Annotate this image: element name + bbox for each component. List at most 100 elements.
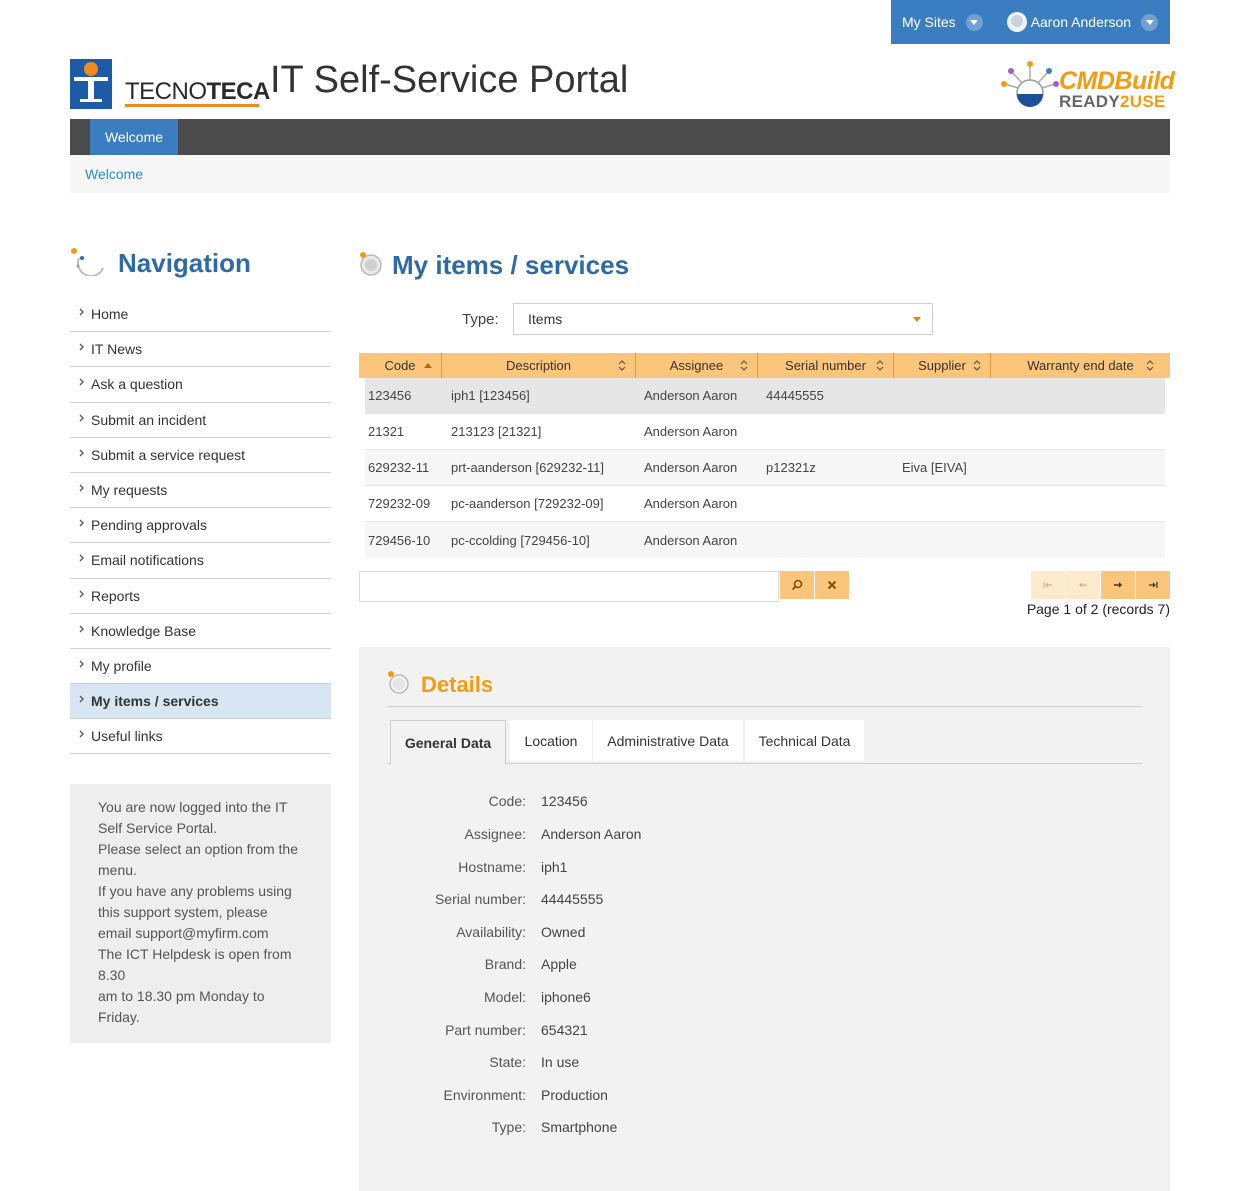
column-header-serial-number[interactable]: Serial number: [758, 353, 894, 378]
chevron-right-icon: [79, 379, 84, 386]
chevron-right-icon: [79, 625, 84, 633]
first-page-button[interactable]: [1031, 571, 1065, 599]
detail-field-serial-number: Serial number: 44445555: [359, 891, 603, 911]
field-label: Environment:: [443, 1087, 526, 1103]
details-panel: Details General Data Location Administra…: [359, 647, 1170, 1191]
last-page-icon: [1149, 582, 1158, 588]
search-icon: [791, 579, 803, 591]
info-line: Please select an option from the: [98, 841, 299, 857]
detail-field-brand: Brand: Apple: [359, 956, 577, 976]
logo-underline: [125, 104, 259, 107]
cell-code: 123456: [368, 388, 412, 403]
column-label: Code: [384, 358, 416, 373]
table-row[interactable]: 729456-10 pc-ccolding [729456-10] Anders…: [365, 522, 1165, 558]
sidebar-item-ask-question[interactable]: Ask a question: [70, 367, 331, 403]
info-line: The ICT Helpdesk is open from: [98, 946, 292, 962]
field-label: Part number:: [445, 1022, 526, 1038]
column-label: Supplier: [918, 358, 966, 373]
tab-location[interactable]: Location: [510, 720, 592, 761]
info-line: Friday.: [98, 1009, 140, 1025]
cell-description: 213123 [21321]: [451, 424, 542, 439]
table-row[interactable]: 123456 iph1 [123456] Anderson Aaron 4444…: [365, 378, 1165, 414]
sidebar-item-home[interactable]: Home: [70, 297, 331, 333]
sort-icon: [740, 360, 748, 371]
type-select[interactable]: Items: [513, 303, 933, 335]
chevron-right-icon: [79, 695, 84, 703]
chevron-right-icon: [79, 449, 84, 457]
tab-technical-data[interactable]: Technical Data: [745, 720, 864, 761]
cell-description: prt-aanderson [629232-11]: [451, 460, 604, 475]
cell-assignee: Anderson Aaron: [644, 532, 738, 548]
details-title: Details: [421, 672, 494, 697]
info-line: You are now logged into the IT: [98, 799, 288, 815]
chevron-right-icon: [79, 660, 84, 668]
tecnoteca-logo-icon: [70, 59, 112, 109]
field-value: Production: [541, 1087, 608, 1103]
cell-assignee: Anderson Aaron: [644, 496, 738, 511]
column-label: Description: [505, 358, 572, 373]
cell-code: 629232-11: [368, 460, 430, 475]
column-header-warranty-end-date[interactable]: Warranty end date: [991, 353, 1170, 378]
items-grid: 123456 iph1 [123456] Anderson Aaron 4444…: [365, 378, 1165, 558]
column-header-assignee[interactable]: Assignee: [636, 353, 758, 378]
orbit-icon: [71, 248, 104, 276]
cell-assignee: Anderson Aaron: [644, 424, 738, 439]
cell-description: iph1 [123456]: [451, 388, 530, 403]
table-row[interactable]: 729232-09 pc-aanderson [729232-09] Ander…: [365, 486, 1165, 522]
column-header-description[interactable]: Description: [442, 353, 636, 378]
sidebar-item-my-items-services[interactable]: My items / services: [70, 684, 331, 720]
search-input[interactable]: [359, 571, 779, 602]
sort-icon: [973, 360, 981, 371]
tab-welcome[interactable]: Welcome: [90, 119, 178, 155]
field-value: In use: [541, 1054, 580, 1070]
sidebar-item-knowledge-base[interactable]: Knowledge Base: [70, 614, 331, 649]
next-page-button[interactable]: [1101, 571, 1135, 599]
type-select-value: Items: [528, 311, 563, 327]
prev-page-button[interactable]: [1066, 571, 1100, 599]
my-sites-menu[interactable]: My Sites: [891, 0, 983, 44]
sidebar-item-reports[interactable]: Reports: [70, 579, 331, 614]
sidebar-item-submit-service-request[interactable]: Submit a service request: [70, 438, 331, 473]
chevron-down-icon: [965, 13, 983, 31]
user-menu[interactable]: Aaron Anderson: [983, 0, 1159, 44]
orbit-icon: [388, 671, 409, 694]
field-label: Hostname:: [458, 859, 526, 875]
sort-icon: [1146, 360, 1154, 371]
main-navbar: Welcome: [70, 119, 1170, 155]
search-button[interactable]: [780, 571, 814, 599]
sidebar-item-my-profile[interactable]: My profile: [70, 649, 331, 685]
info-line: Self Service Portal.: [98, 820, 218, 836]
login-info-box: You are now logged into the IT Self Serv…: [70, 784, 331, 1043]
field-value: 44445555: [541, 891, 604, 907]
sidebar-item-pending-approvals[interactable]: Pending approvals: [70, 508, 331, 544]
table-row[interactable]: 629232-11 prt-aanderson [629232-11] Ande…: [365, 450, 1165, 486]
column-header-supplier[interactable]: Supplier: [894, 353, 991, 378]
divider: [387, 706, 1142, 707]
sidebar-item-it-news[interactable]: IT News: [70, 332, 331, 368]
detail-field-part-number: Part number: 654321: [359, 1022, 588, 1042]
detail-field-environment: Environment: Production: [359, 1087, 608, 1107]
detail-field-model: Model: iphone6: [359, 989, 591, 1009]
breadcrumb-welcome-link[interactable]: Welcome: [85, 166, 143, 182]
sidebar-item-useful-links[interactable]: Useful links: [70, 719, 331, 755]
cell-assignee: Anderson Aaron: [644, 388, 738, 403]
table-row[interactable]: 21321 213123 [21321] Anderson Aaron: [365, 414, 1165, 450]
field-label: Model:: [483, 989, 526, 1005]
info-line: am to 18.30 pm Monday to: [98, 988, 265, 1004]
column-label: Serial number: [785, 358, 866, 373]
sidebar-item-my-requests[interactable]: My requests: [70, 473, 331, 509]
column-header-code[interactable]: Code: [359, 353, 442, 378]
sidebar-item-submit-incident[interactable]: Submit an incident: [70, 403, 331, 438]
last-page-button[interactable]: [1136, 571, 1170, 599]
tab-administrative-data[interactable]: Administrative Data: [593, 720, 743, 761]
field-value: Smartphone: [541, 1119, 618, 1135]
info-line: email support@myfirm.com: [98, 925, 269, 941]
chevron-right-icon: [79, 519, 84, 527]
sidebar-item-email-notifications[interactable]: Email notifications: [70, 543, 331, 579]
tab-general-data[interactable]: General Data: [390, 720, 506, 765]
arrow-left-icon: [1079, 582, 1087, 588]
pagination-info: Page 1 of 2 (records 7): [1026, 601, 1170, 617]
cmdbuild-subtitle: READY2USE: [1059, 92, 1166, 111]
clear-search-button[interactable]: [815, 571, 849, 599]
chevron-right-icon: [79, 308, 84, 316]
